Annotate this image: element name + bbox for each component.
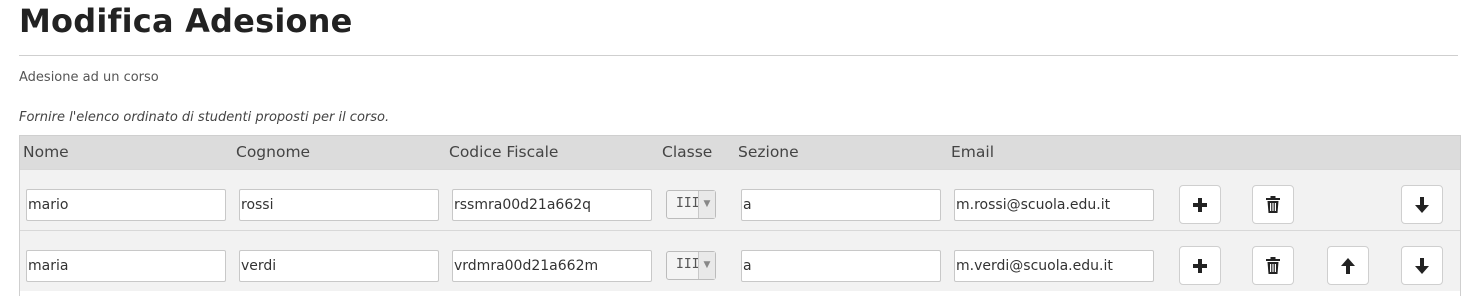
header-sezione: Sezione — [738, 143, 799, 161]
instructions-text: Fornire l'elenco ordinato di studenti pr… — [19, 110, 390, 125]
page: Modifica Adesione Adesione ad un corso F… — [0, 0, 1465, 296]
move-down-button[interactable] — [1401, 246, 1443, 285]
table-row: III ▼ — [20, 230, 1460, 291]
header-email: Email — [951, 143, 995, 161]
header-cognome: Cognome — [236, 143, 311, 161]
move-down-button[interactable] — [1401, 185, 1443, 224]
header-nome: Nome — [23, 143, 69, 161]
classe-selected-value: III — [676, 257, 700, 272]
email-input[interactable] — [954, 189, 1154, 221]
codice-fiscale-input[interactable] — [452, 189, 652, 221]
delete-row-button[interactable] — [1252, 185, 1294, 224]
page-title: Modifica Adesione — [19, 2, 353, 40]
arrow-down-icon — [1415, 196, 1429, 213]
trash-icon — [1266, 257, 1280, 274]
delete-row-button[interactable] — [1252, 246, 1294, 285]
nome-input[interactable] — [26, 189, 226, 221]
add-row-button[interactable] — [1179, 185, 1221, 224]
add-icon — [1193, 197, 1207, 212]
header-classe: Classe — [662, 143, 713, 161]
sezione-input[interactable] — [741, 189, 941, 221]
header-codice-fiscale: Codice Fiscale — [449, 143, 559, 161]
cognome-input[interactable] — [239, 189, 439, 221]
add-row-button[interactable] — [1179, 246, 1221, 285]
classe-select[interactable]: III ▼ — [666, 190, 716, 219]
add-icon — [1193, 258, 1207, 273]
arrow-down-icon — [1415, 257, 1429, 274]
classe-selected-value: III — [676, 196, 700, 211]
trash-icon — [1266, 196, 1280, 213]
title-divider — [19, 55, 1458, 56]
nome-input[interactable] — [26, 250, 226, 282]
chevron-down-icon: ▼ — [698, 252, 715, 279]
page-subtitle: Adesione ad un corso — [19, 70, 159, 85]
classe-select[interactable]: III ▼ — [666, 251, 716, 280]
cognome-input[interactable] — [239, 250, 439, 282]
chevron-down-icon: ▼ — [698, 191, 715, 218]
arrow-up-icon — [1341, 257, 1355, 274]
email-input[interactable] — [954, 250, 1154, 282]
move-up-button[interactable] — [1327, 246, 1369, 285]
sezione-input[interactable] — [741, 250, 941, 282]
codice-fiscale-input[interactable] — [452, 250, 652, 282]
table-row: III ▼ — [20, 169, 1460, 230]
students-table: Nome Cognome Codice Fiscale Classe Sezio… — [19, 135, 1461, 296]
table-header: Nome Cognome Codice Fiscale Classe Sezio… — [20, 135, 1460, 169]
